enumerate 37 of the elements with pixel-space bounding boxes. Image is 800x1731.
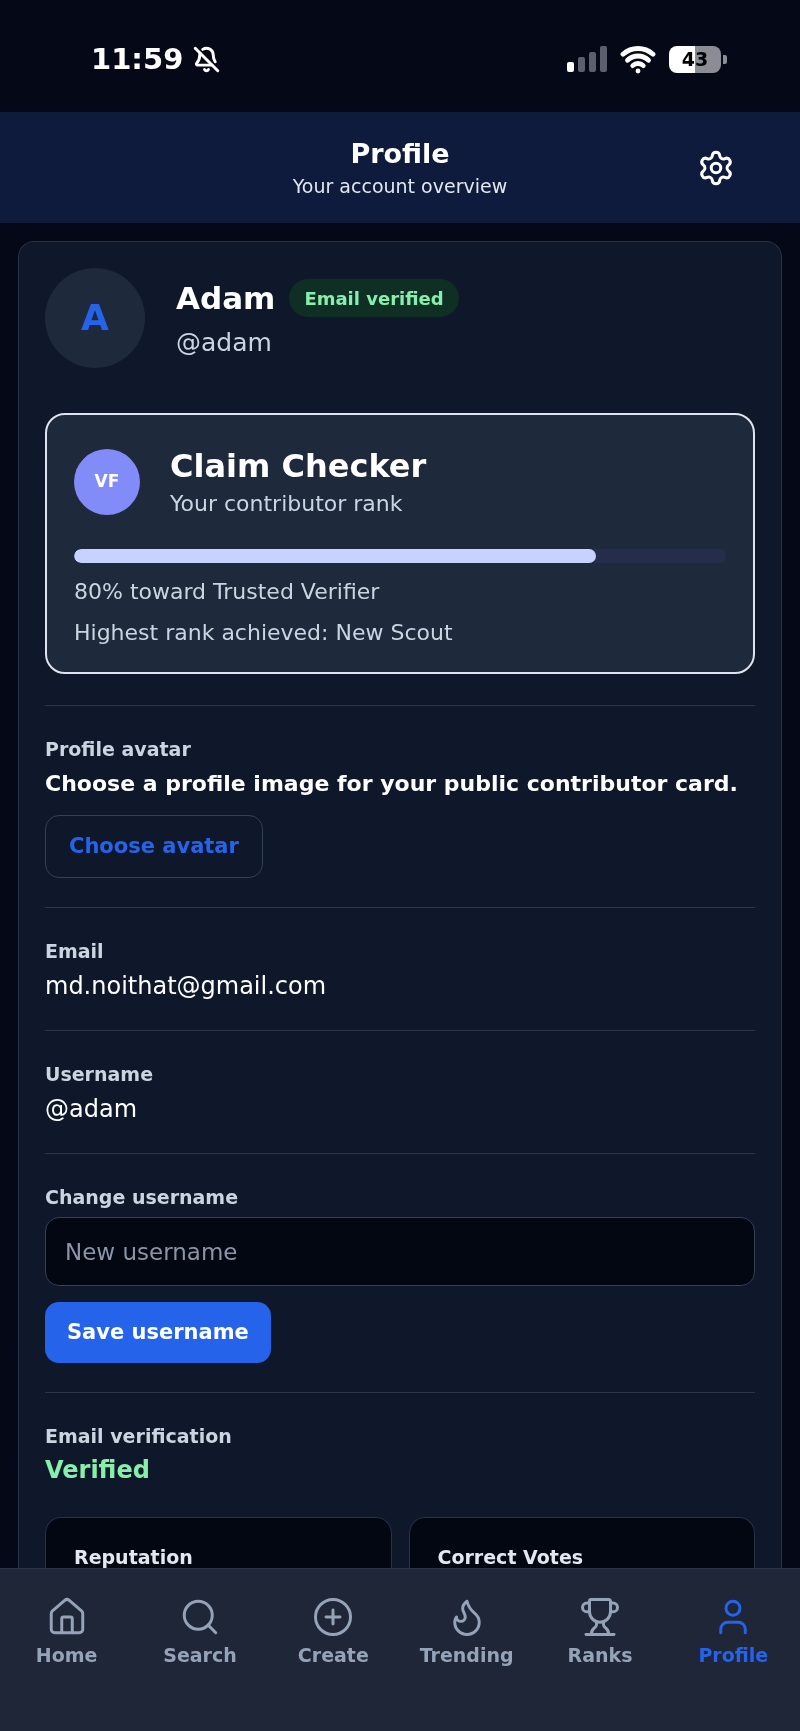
email-verified-badge: Email verified	[289, 279, 459, 317]
tab-bar-item[interactable]: Ranks	[533, 1569, 667, 1671]
page-title: Profile	[350, 137, 450, 170]
status-time: 11:59	[91, 42, 184, 76]
field-value: md.noithat@gmail.com	[45, 971, 327, 1001]
stat-label: Correct Votes	[437, 1545, 584, 1568]
tab-bar-item[interactable]: Trending	[400, 1569, 534, 1671]
stat-label: Reputation	[74, 1545, 193, 1568]
username-input-field[interactable]: New username	[45, 1217, 755, 1286]
field-value: @adam	[45, 1094, 138, 1124]
settings-button[interactable]	[697, 148, 735, 187]
rank-subtitle: Your contributor rank	[170, 491, 403, 517]
section-description: Choose a profile image for your public contributor card.	[45, 770, 738, 798]
plus-circle-icon	[312, 1596, 355, 1638]
settings-icon	[697, 148, 735, 187]
progress-text: 80% toward Trusted Verifier	[74, 578, 380, 606]
choose-avatar-button[interactable]: Choose avatar	[45, 815, 263, 878]
page-subtitle: Your account overview	[292, 173, 508, 198]
rank-initials: VF	[74, 448, 140, 515]
trophy-icon	[579, 1596, 621, 1638]
save-username-button[interactable]: Save username	[45, 1302, 271, 1363]
tab-bar-item[interactable]: Home	[0, 1569, 134, 1671]
avatar-initial: A	[45, 268, 145, 368]
field-label: Username	[45, 1062, 154, 1086]
highest-rank-text: Highest rank achieved: New Scout	[74, 619, 453, 647]
battery-indicator: 43	[669, 45, 727, 73]
verification-status: Verified	[45, 1455, 150, 1485]
rank-title: Claim Checker	[170, 446, 427, 486]
field-label: Email verification	[45, 1424, 232, 1448]
user-handle: @adam	[176, 327, 272, 359]
field-label: Profile avatar	[45, 737, 191, 761]
field-label: Email	[45, 939, 104, 963]
signal-icon	[567, 46, 607, 72]
field-label: Change username	[45, 1185, 239, 1209]
tab-bar-item[interactable]: Search	[133, 1569, 267, 1671]
user-name: Adam	[176, 279, 276, 317]
tab-bar-item[interactable]: Create	[266, 1569, 400, 1671]
